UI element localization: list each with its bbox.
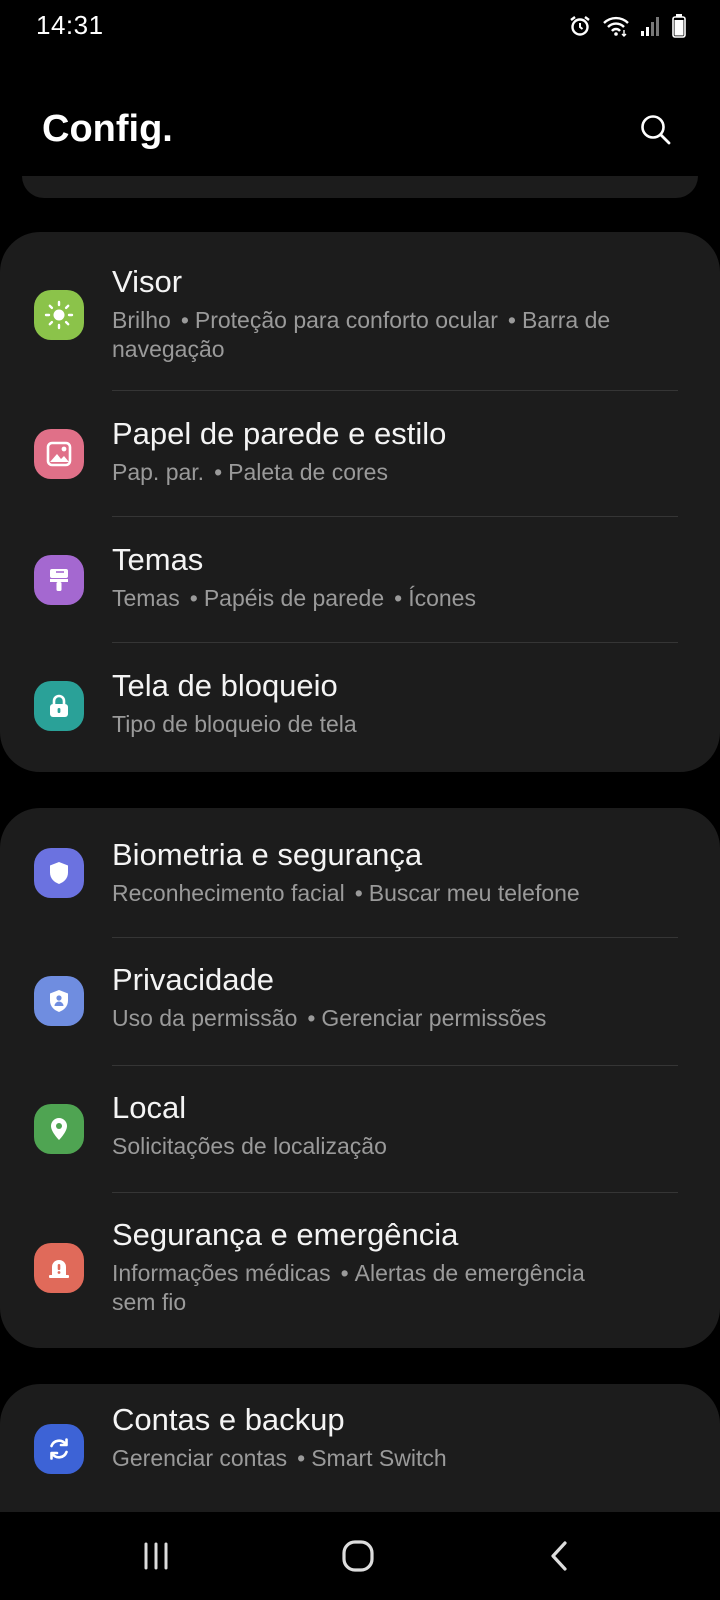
subtitle-part: Solicitações de localização	[112, 1133, 387, 1159]
settings-item-wallpaper[interactable]: Papel de parede e estilo Pap. par. • Palet…	[0, 391, 720, 516]
subtitle-part: Smart Switch	[311, 1445, 447, 1471]
settings-item-themes[interactable]: Temas Temas • Papéis de parede • Ícones	[0, 517, 720, 642]
subtitle-part: Brilho	[112, 307, 171, 333]
emergency-icon	[34, 1243, 84, 1293]
privacy-shield-icon	[34, 976, 84, 1026]
location-pin-icon	[34, 1104, 84, 1154]
subtitle-line: Brilho • Proteção para conforto ocular • Bar…	[112, 307, 611, 333]
settings-card-security: Biometria e segurança Reconhecimento fac…	[0, 808, 720, 1348]
lock-icon	[34, 681, 84, 731]
settings-card-display: Visor Brilho • Proteção para conforto ocul…	[0, 232, 720, 772]
subtitle-part: Buscar meu telefone	[368, 880, 580, 906]
subtitle-line: sem fio	[112, 1288, 672, 1317]
alarm-icon	[568, 14, 592, 38]
subtitle-line: Gerenciar contas • Smart Switch	[112, 1445, 447, 1471]
item-title: Visor	[112, 264, 183, 299]
item-title: Local	[112, 1090, 187, 1125]
subtitle-part: sem fio	[112, 1289, 187, 1315]
item-subtitle: Temas • Papéis de parede • Ícones	[112, 584, 672, 613]
item-subtitle: Gerenciar contas • Smart Switch	[112, 1444, 672, 1473]
previous-card-edge	[22, 176, 698, 198]
subtitle-part: Uso da permissão	[112, 1005, 298, 1031]
item-title: Biometria e segurança	[112, 837, 423, 872]
header: Config.	[0, 96, 720, 168]
subtitle-line: Solicitações de localização	[112, 1132, 672, 1161]
item-title: Tela de bloqueio	[112, 668, 338, 703]
subtitle-part: Reconhecimento facial	[112, 880, 345, 906]
subtitle-part: Proteção para conforto ocular	[194, 307, 498, 333]
subtitle-line: Uso da permissão • Gerenciar permissões	[112, 1005, 547, 1031]
settings-item-accounts-backup[interactable]: Contas e backup Gerenciar contas • Smart S…	[0, 1384, 720, 1514]
sun-icon	[34, 290, 84, 340]
subtitle-part: Ícones	[408, 585, 476, 611]
recents-icon	[144, 1542, 168, 1570]
subtitle-part: navegação	[112, 336, 225, 362]
subtitle-part: Barra de	[521, 307, 611, 333]
item-title: Papel de parede e estilo	[112, 416, 447, 451]
item-subtitle: Uso da permissão • Gerenciar permissões	[112, 1004, 672, 1033]
item-title: Segurança e emergência	[112, 1217, 459, 1252]
search-button[interactable]	[636, 110, 676, 150]
search-icon	[641, 115, 671, 145]
subtitle-line: navegação	[112, 335, 672, 364]
subtitle-part: Gerenciar permissões	[321, 1005, 547, 1031]
brush-icon	[34, 555, 84, 605]
subtitle-part: Paleta de cores	[228, 459, 388, 485]
settings-item-location[interactable]: Local Solicitações de localização	[0, 1066, 720, 1192]
item-subtitle: Pap. par. • Paleta de cores	[112, 458, 672, 487]
back-icon	[551, 1541, 567, 1571]
navigation-bar	[0, 1512, 720, 1600]
item-subtitle: Solicitações de localização	[112, 1132, 672, 1161]
settings-item-visor[interactable]: Visor Brilho • Proteção para conforto ocul…	[0, 232, 720, 390]
subtitle-part: Tipo de bloqueio de tela	[112, 711, 357, 737]
status-time: 14:31	[36, 10, 104, 40]
subtitle-part: Informações médicas	[112, 1260, 331, 1286]
settings-item-privacy[interactable]: Privacidade Uso da permissão • Gerenciar p…	[0, 938, 720, 1065]
status-bar: 14:31	[0, 0, 720, 52]
item-subtitle: Tipo de bloqueio de tela	[112, 710, 672, 739]
back-button[interactable]	[530, 1526, 590, 1586]
item-subtitle: Informações médicas • Alertas de emergênci…	[112, 1259, 672, 1317]
subtitle-line: Reconhecimento facial • Buscar meu telefon…	[112, 880, 580, 906]
item-title: Privacidade	[112, 962, 274, 997]
page-title: Config.	[42, 108, 173, 150]
battery-icon	[672, 14, 686, 38]
settings-item-biometrics[interactable]: Biometria e segurança Reconhecimento fac…	[0, 808, 720, 937]
home-button[interactable]	[328, 1526, 388, 1586]
subtitle-line: Pap. par. • Paleta de cores	[112, 459, 388, 485]
sync-icon	[34, 1424, 84, 1474]
item-subtitle: Brilho • Proteção para conforto ocular • Bar…	[112, 306, 672, 364]
item-subtitle: Reconhecimento facial • Buscar meu telefon…	[112, 879, 672, 908]
home-icon	[342, 1540, 374, 1572]
subtitle-part: Temas	[112, 585, 180, 611]
subtitle-part: Papéis de parede	[203, 585, 385, 611]
item-title: Temas	[112, 542, 204, 577]
subtitle-part: Pap. par.	[112, 459, 205, 485]
image-icon	[34, 429, 84, 479]
settings-item-safety-emergency[interactable]: Segurança e emergência Informações médic…	[0, 1193, 720, 1348]
shield-icon	[34, 848, 84, 898]
wifi-icon	[602, 15, 630, 37]
item-title: Contas e backup	[112, 1402, 345, 1437]
subtitle-part: Gerenciar contas	[112, 1445, 288, 1471]
subtitle-line: Informações médicas • Alertas de emergênci…	[112, 1260, 585, 1286]
subtitle-line: Tipo de bloqueio de tela	[112, 710, 672, 739]
status-icons	[568, 14, 686, 38]
subtitle-line: Temas • Papéis de parede • Ícones	[112, 585, 476, 611]
subtitle-part: Alertas de emergência	[354, 1260, 585, 1286]
recents-button[interactable]	[126, 1526, 186, 1586]
signal-icon	[640, 15, 662, 37]
settings-item-lock-screen[interactable]: Tela de bloqueio Tipo de bloqueio de tel…	[0, 643, 720, 772]
